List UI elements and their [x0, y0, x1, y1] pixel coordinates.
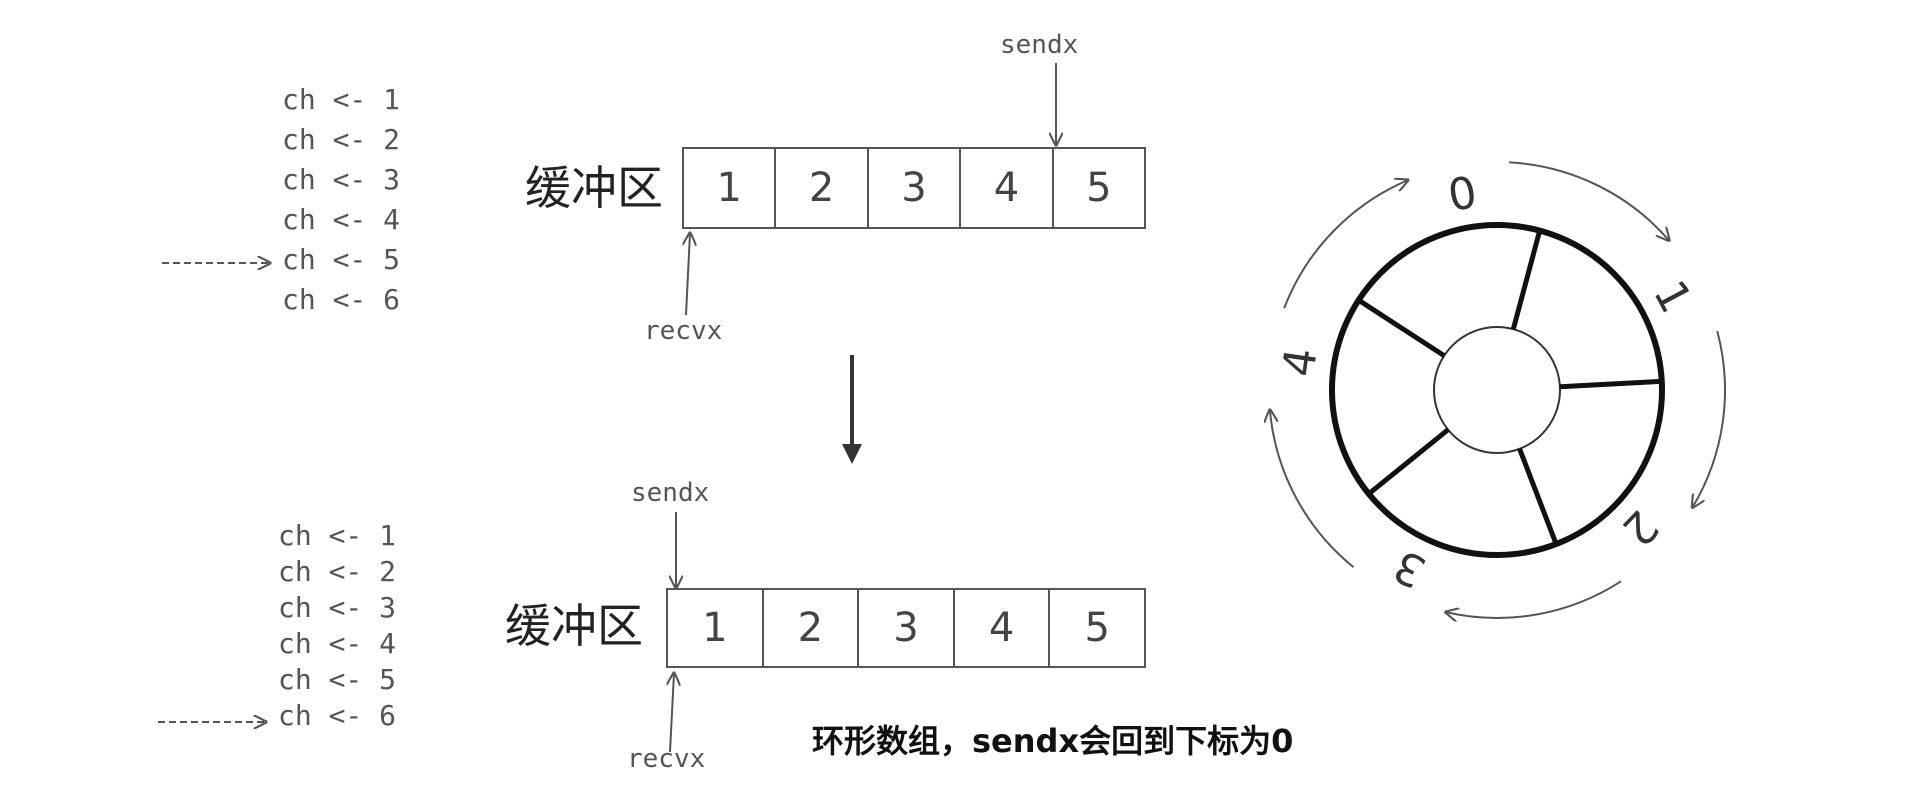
ring-spoke [1517, 447, 1559, 545]
send-statement: ch <- 3 [278, 591, 397, 624]
recvx-label-top: recvx [644, 316, 723, 346]
buffer-slot: 4 [952, 590, 1049, 666]
ring-direction-arrow [1270, 410, 1355, 568]
ring-spoke [1367, 427, 1450, 496]
ring-slot-index: 4 [1273, 345, 1327, 380]
ring-buffer: 0 1 2 3 4 [1270, 161, 1726, 618]
buffer-top: 1 2 3 4 5 [682, 147, 1146, 229]
recvx-pointer-bottom [670, 673, 674, 753]
buffer-label-top: 缓冲区 [525, 161, 663, 215]
buffer-label-bottom: 缓冲区 [505, 599, 643, 653]
buffer-slot: 5 [1048, 590, 1144, 666]
ring-slot-index: 3 [1386, 539, 1434, 597]
buffer-slot: 3 [866, 149, 959, 227]
bottom-send-list: ch <- 1 ch <- 2 ch <- 3 ch <- 4 ch <- 5 … [278, 518, 396, 734]
recvx-pointer-top [686, 233, 690, 316]
ring-slot-index: 1 [1643, 272, 1701, 321]
send-statement: ch <- 1 [282, 83, 401, 116]
ring-inner [1433, 326, 1561, 454]
buffer-slot: 1 [702, 605, 728, 651]
buffer-slot: 2 [761, 590, 858, 666]
send-statement: ch <- 4 [278, 627, 397, 660]
send-statement: ch <- 5 [278, 663, 397, 696]
ring-slot-index: 0 [1444, 167, 1480, 222]
ring-spoke [1510, 229, 1543, 330]
buffer-slot: 3 [857, 590, 953, 666]
top-send-list: ch <- 1 ch <- 2 ch <- 3 ch <- 4 ch <- 5 … [282, 80, 400, 320]
buffer-slot: 4 [959, 149, 1051, 227]
sendx-label-top: sendx [1000, 30, 1079, 60]
send-statement: ch <- 3 [282, 163, 401, 196]
buffer-slot: 2 [774, 149, 866, 227]
recvx-label-bottom: recvx [627, 744, 706, 774]
ring-direction-arrow [1692, 330, 1726, 507]
send-statement: ch <- 1 [278, 519, 397, 552]
sendx-label-bottom: sendx [631, 478, 710, 508]
ring-direction-arrow [1283, 180, 1408, 309]
send-statement: ch <- 2 [278, 555, 397, 588]
caption: 环形数组，sendx会回到下标为0 [812, 722, 1294, 760]
send-statement: ch <- 6 [278, 699, 397, 732]
buffer-slot: 1 [716, 165, 742, 211]
buffer-bottom: 1 2 3 4 5 [666, 588, 1146, 668]
send-statement: ch <- 5 [282, 243, 401, 276]
send-statement: ch <- 6 [282, 283, 401, 316]
ring-spoke [1559, 378, 1662, 390]
send-statement: ch <- 4 [282, 203, 401, 236]
buffer-slot: 5 [1051, 149, 1144, 227]
ring-slot-index: 2 [1612, 500, 1668, 556]
send-statement: ch <- 2 [282, 123, 401, 156]
ring-direction-arrow [1446, 580, 1622, 618]
ring-spoke [1357, 298, 1446, 358]
